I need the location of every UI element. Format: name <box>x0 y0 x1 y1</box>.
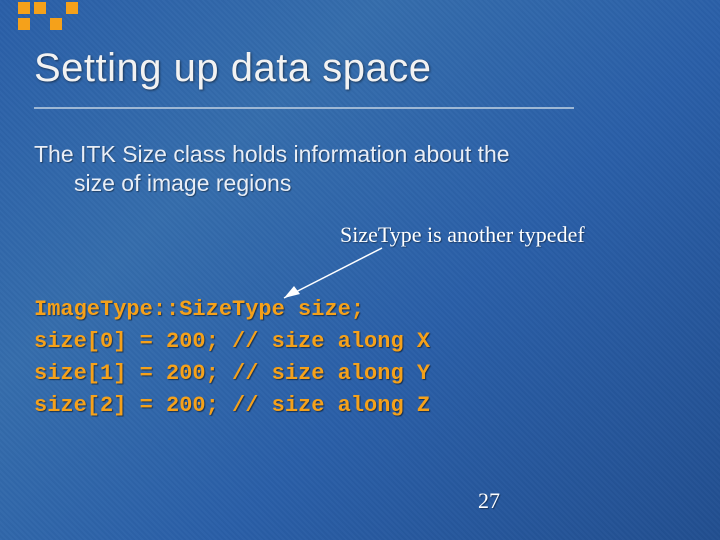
code-line-4: size[2] = 200; // size along Z <box>34 393 430 418</box>
code-line-3: size[1] = 200; // size along Y <box>34 361 430 386</box>
code-line-2: size[0] = 200; // size along X <box>34 329 430 354</box>
code-line-1: ImageType::SizeType size; <box>34 297 364 322</box>
annotation-text: SizeType is another typedef <box>340 222 585 248</box>
square-icon <box>18 18 30 30</box>
body-line-2: size of image regions <box>34 169 680 198</box>
slide-title: Setting up data space <box>34 46 431 91</box>
body-line-1: The ITK Size class holds information abo… <box>34 141 510 167</box>
square-icon <box>34 2 46 14</box>
body-text: The ITK Size class holds information abo… <box>34 140 680 198</box>
slide: Setting up data space The ITK Size class… <box>0 0 720 540</box>
square-icon <box>66 2 78 14</box>
title-underline <box>34 107 574 109</box>
square-icon <box>18 2 30 14</box>
page-number: 27 <box>478 488 500 514</box>
square-icon <box>50 18 62 30</box>
code-block: ImageType::SizeType size; size[0] = 200;… <box>34 294 430 422</box>
